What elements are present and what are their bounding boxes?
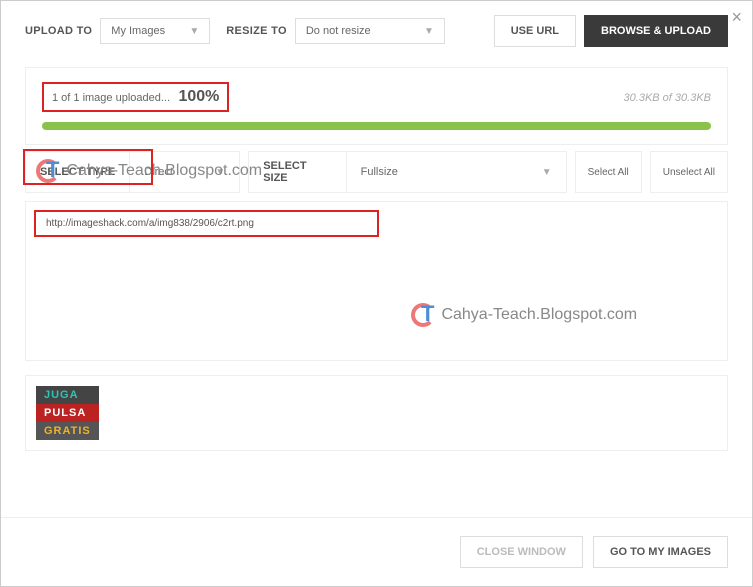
chevron-down-icon: ▼ [189,26,199,37]
progress-status-text: 1 of 1 image uploaded... [52,92,170,104]
resize-to-label: RESIZE TO [226,25,287,37]
resize-to-dropdown[interactable]: Do not resize ▼ [295,18,445,44]
chevron-down-icon: ▼ [424,26,434,37]
select-size-label: SELECT SIZE [249,152,345,192]
select-size-dropdown[interactable]: Fullsize ▼ [346,152,566,192]
upload-to-label: UPLOAD TO [25,25,92,37]
resize-to-value: Do not resize [306,25,371,37]
upload-to-dropdown[interactable]: My Images ▼ [100,18,210,44]
progress-size-text: 30.3KB of 30.3KB [624,92,711,104]
ad-image[interactable]: JUGA PULSA GRATIS [36,386,99,440]
top-toolbar: UPLOAD TO My Images ▼ RESIZE TO Do not r… [1,1,752,61]
select-type-value: Direct [144,166,173,178]
select-type-group: SELECT TYPE Direct ▼ [25,151,240,193]
unselect-all-button[interactable]: Unselect All [650,151,728,193]
select-type-label: SELECT TYPE [26,152,129,192]
select-row: SELECT TYPE Direct ▼ SELECT SIZE Fullsiz… [25,151,728,193]
ad-line-3: GRATIS [36,422,99,440]
select-size-group: SELECT SIZE Fullsize ▼ [248,151,566,193]
browse-upload-button[interactable]: BROWSE & UPLOAD [584,15,728,47]
select-size-value: Fullsize [361,166,398,178]
go-to-my-images-button[interactable]: GO TO MY IMAGES [593,536,728,568]
footer: CLOSE WINDOW GO TO MY IMAGES [1,517,752,586]
use-url-button[interactable]: USE URL [494,15,576,47]
ad-line-2: PULSA [36,404,99,422]
progress-percent: 100% [178,88,219,105]
chevron-down-icon: ▼ [215,167,225,178]
close-window-button[interactable]: CLOSE WINDOW [460,536,583,568]
upload-to-value: My Images [111,25,165,37]
select-type-dropdown[interactable]: Direct ▼ [129,152,239,192]
image-url-field[interactable] [34,210,379,237]
progress-bar [42,122,711,130]
select-all-button[interactable]: Select All [575,151,642,193]
link-panel [25,201,728,361]
ad-line-1: JUGA [36,386,99,404]
ad-panel: JUGA PULSA GRATIS [25,375,728,451]
close-icon[interactable]: × [731,7,742,28]
progress-status-highlight: 1 of 1 image uploaded... 100% [42,82,229,112]
progress-panel: 1 of 1 image uploaded... 100% 30.3KB of … [25,67,728,145]
chevron-down-icon: ▼ [542,167,552,178]
